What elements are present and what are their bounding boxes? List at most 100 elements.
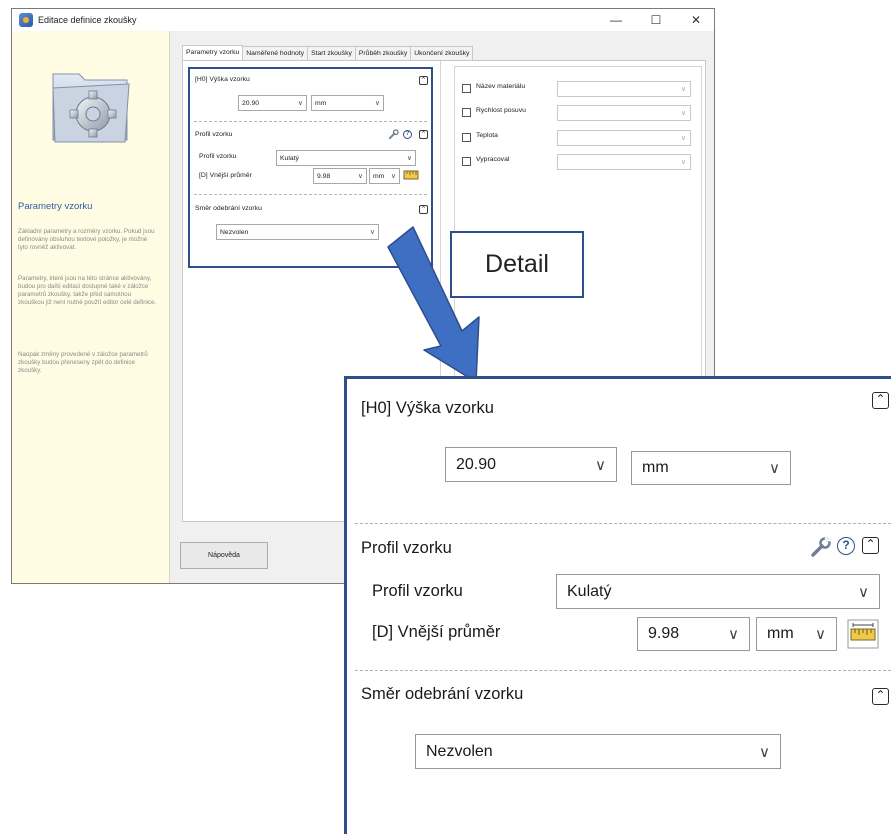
direction-section-title: Směr odebrání vzorku: [195, 205, 262, 212]
sidebar: Parametry vzorku Základní parametry a ro…: [12, 31, 170, 583]
divider: [194, 121, 427, 122]
chevron-down-icon: ∨: [369, 229, 375, 236]
diameter-unit-combo[interactable]: mm ∨: [369, 168, 400, 184]
divider: [355, 670, 891, 671]
wrench-icon[interactable]: [388, 129, 399, 140]
minimize-button[interactable]: —: [596, 9, 636, 31]
profile-field-label: Profil vzorku: [199, 153, 237, 160]
diameter-value: 9.98: [317, 172, 331, 180]
profile-combo[interactable]: Kulatý ∨: [276, 150, 416, 166]
field-label: Vypracoval: [476, 156, 510, 163]
chevron-down-icon: ∨: [680, 86, 686, 93]
tab-namerene-hodnoty[interactable]: Naměřené hodnoty: [242, 46, 309, 60]
close-button[interactable]: ✕: [676, 9, 716, 31]
divider: [355, 523, 891, 524]
field-row: Rychlost posuvu ∨: [462, 105, 698, 121]
direction-combo[interactable]: Nezvolen ∨: [216, 224, 379, 240]
chevron-down-icon: ∨: [759, 743, 770, 761]
field-label: Název materiálu: [476, 83, 526, 90]
sidebar-paragraph: Parametry, které jsou na této stránce ak…: [18, 275, 157, 306]
checkbox[interactable]: [462, 108, 471, 117]
checkbox[interactable]: [462, 133, 471, 142]
chevron-down-icon: ∨: [374, 100, 380, 107]
diameter-value-combo[interactable]: 9.98 ∨: [313, 168, 367, 184]
app-icon: [19, 13, 33, 27]
help-icon[interactable]: ?: [837, 537, 855, 555]
zoom-collapse-direction-button[interactable]: ⌃: [872, 688, 889, 705]
tab-prubeh-zkousky[interactable]: Průběh zkoušky: [354, 46, 412, 60]
chevron-down-icon: ∨: [390, 173, 396, 180]
height-value-combo[interactable]: 20.90 ∨: [238, 95, 307, 111]
measure-icon[interactable]: [847, 619, 879, 649]
height-unit: mm: [315, 99, 327, 107]
height-unit-combo[interactable]: mm ∨: [311, 95, 384, 111]
checkbox[interactable]: [462, 84, 471, 93]
collapse-direction-button[interactable]: ⌃: [419, 205, 428, 214]
chevron-down-icon: ∨: [357, 173, 363, 180]
zoom-diameter-label: [D] Vnější průměr: [372, 623, 501, 641]
zoom-diameter-value: 9.98: [648, 625, 680, 642]
wrench-icon[interactable]: [810, 536, 832, 558]
zoom-height-value-combo[interactable]: 20.90 ∨: [445, 447, 617, 482]
zoom-profile-combo[interactable]: Kulatý ∨: [556, 574, 880, 609]
help-button[interactable]: Nápověda: [180, 542, 268, 569]
field-combo[interactable]: ∨: [557, 81, 691, 97]
profile-value: Kulatý: [280, 154, 299, 162]
zoom-height-unit-combo[interactable]: mm ∨: [631, 451, 791, 485]
chevron-down-icon: ∨: [680, 159, 686, 166]
field-row: Teplota ∨: [462, 130, 698, 146]
chevron-down-icon: ∨: [297, 100, 303, 107]
folder-gear-icon: [52, 73, 130, 143]
chevron-down-icon: ∨: [769, 460, 780, 477]
field-combo[interactable]: ∨: [557, 130, 691, 146]
checkbox[interactable]: [462, 157, 471, 166]
chevron-down-icon: ∨: [728, 626, 739, 643]
collapse-profile-button[interactable]: ⌃: [419, 130, 428, 139]
chevron-down-icon: ∨: [680, 135, 686, 142]
zoom-diameter-unit: mm: [767, 625, 794, 642]
field-combo[interactable]: ∨: [557, 105, 691, 121]
zoom-diameter-unit-combo[interactable]: mm ∨: [756, 617, 837, 651]
field-label: Rychlost posuvu: [476, 107, 526, 114]
measure-icon[interactable]: [403, 168, 419, 182]
sidebar-paragraph: Základní parametry a rozměry vzorku. Pok…: [18, 228, 155, 251]
zoom-height-unit: mm: [642, 459, 669, 476]
zoom-direction-combo[interactable]: Nezvolen ∨: [415, 734, 781, 769]
chevron-down-icon: ∨: [406, 155, 412, 162]
divider: [194, 194, 427, 195]
chevron-down-icon: ∨: [595, 456, 606, 474]
tab-start-zkousky[interactable]: Start zkoušky: [307, 46, 356, 60]
sidebar-title: Parametry vzorku: [18, 201, 93, 212]
detail-label: Detail: [450, 231, 584, 298]
zoom-collapse-height-button[interactable]: ⌃: [872, 392, 889, 409]
maximize-button[interactable]: ☐: [636, 9, 676, 31]
height-value: 20.90: [242, 99, 260, 107]
field-label: Teplota: [476, 132, 498, 139]
height-label: [H0] Výška vzorku: [195, 76, 250, 83]
title-bar: Editace definice zkoušky — ☐ ✕: [12, 9, 714, 31]
chevron-down-icon: ∨: [680, 110, 686, 117]
direction-value: Nezvolen: [220, 228, 249, 236]
tab-parametry-vzorku[interactable]: Parametry vzorku: [182, 45, 244, 60]
tab-bar: Parametry vzorku Naměřené hodnoty Start …: [182, 45, 474, 60]
zoom-collapse-profile-button[interactable]: ⌃: [862, 537, 879, 554]
help-icon[interactable]: ?: [403, 130, 412, 139]
profile-section-title: Profil vzorku: [195, 131, 233, 138]
diameter-label: [D] Vnější průměr: [199, 172, 252, 179]
chevron-down-icon: ∨: [858, 583, 869, 601]
window-title: Editace definice zkoušky: [38, 15, 137, 25]
chevron-down-icon: ∨: [815, 626, 826, 643]
zoom-diameter-value-combo[interactable]: 9.98 ∨: [637, 617, 750, 651]
field-combo[interactable]: ∨: [557, 154, 691, 170]
zoom-height-value: 20.90: [456, 455, 497, 473]
highlighted-parameters-group: [H0] Výška vzorku ⌃ 20.90 ∨ mm ∨ Profil …: [188, 67, 433, 268]
collapse-height-button[interactable]: ⌃: [419, 76, 428, 85]
field-row: Vypracoval ∨: [462, 154, 698, 170]
zoomed-detail-panel: [H0] Výška vzorku ⌃ 20.90 ∨ mm ∨ Profil …: [344, 376, 891, 834]
diameter-unit: mm: [373, 172, 385, 180]
tab-ukonceni-zkousky[interactable]: Ukončení zkoušky: [410, 46, 474, 60]
zoom-profile-field-label: Profil vzorku: [372, 582, 463, 600]
sidebar-paragraph: Naopak změny provedené v záložce paramet…: [18, 351, 148, 374]
zoom-profile-section-title: Profil vzorku: [361, 539, 452, 557]
zoom-direction-section-title: Směr odebrání vzorku: [361, 685, 524, 703]
